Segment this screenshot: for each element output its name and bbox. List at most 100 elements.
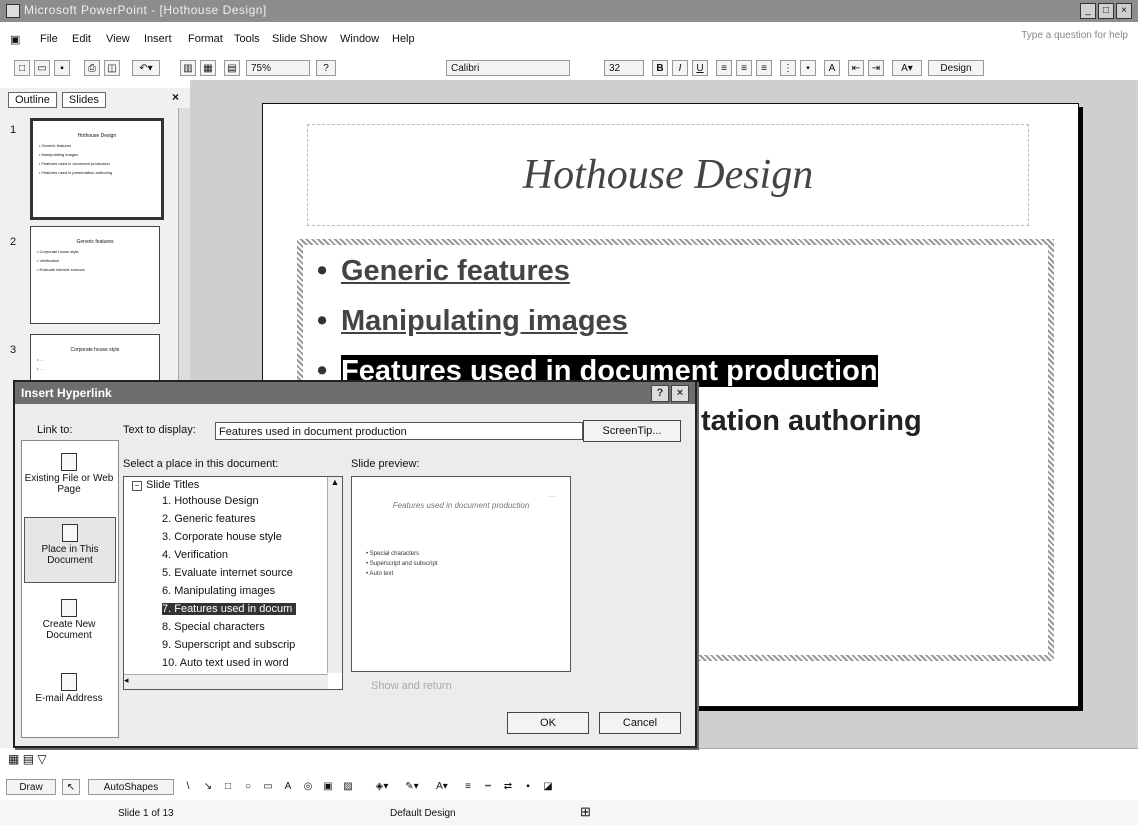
- bullet-item[interactable]: • Generic features: [317, 255, 570, 288]
- align-left-icon[interactable]: ≡: [716, 60, 732, 76]
- line-color-icon[interactable]: ✎▾: [400, 779, 424, 795]
- minimize-button[interactable]: _: [1080, 3, 1096, 19]
- open-icon[interactable]: ▭: [34, 60, 50, 76]
- spellcheck-icon[interactable]: ⊞: [580, 804, 591, 820]
- tree-item[interactable]: 4. Verification: [162, 549, 228, 561]
- font-select[interactable]: Calibri: [446, 60, 570, 76]
- print-icon[interactable]: ⎙: [84, 60, 100, 76]
- bullet-link-text[interactable]: Manipulating images: [341, 305, 628, 337]
- chart-icon[interactable]: ▥: [180, 60, 196, 76]
- screentip-button[interactable]: ScreenTip...: [583, 420, 681, 442]
- bullet-text[interactable]: tation authoring: [701, 405, 922, 437]
- close-window-button[interactable]: ×: [1116, 3, 1132, 19]
- select-objects-icon[interactable]: ↖: [62, 779, 80, 795]
- clipart-icon[interactable]: ▣: [320, 779, 336, 795]
- menu-view[interactable]: View: [106, 33, 130, 45]
- table-icon[interactable]: ▦: [200, 60, 216, 76]
- link-create-new-document[interactable]: Create New Document: [24, 593, 114, 657]
- columns-icon[interactable]: ▤: [224, 60, 240, 76]
- draw-menu[interactable]: Draw: [6, 779, 56, 795]
- dialog-close-button[interactable]: ×: [671, 385, 689, 402]
- menu-file[interactable]: File: [40, 33, 58, 45]
- menu-slide-show[interactable]: Slide Show: [272, 33, 327, 45]
- align-center-icon[interactable]: ≡: [736, 60, 752, 76]
- shadow-icon[interactable]: ▪: [520, 779, 536, 795]
- tree-root[interactable]: − Slide Titles: [132, 479, 199, 491]
- align-right-icon[interactable]: ≡: [756, 60, 772, 76]
- font-color-icon[interactable]: A▾: [892, 60, 922, 76]
- bullets-icon[interactable]: •: [800, 60, 816, 76]
- tree-item[interactable]: 2. Generic features: [162, 513, 256, 525]
- ask-question-box[interactable]: Type a question for help: [1021, 30, 1128, 41]
- notes-pane[interactable]: [190, 748, 1138, 775]
- powerpoint-app-icon[interactable]: [6, 4, 20, 18]
- dash-style-icon[interactable]: ┅: [480, 779, 496, 795]
- bullet-item[interactable]: tation authoring: [701, 405, 922, 438]
- menu-format[interactable]: Format: [188, 33, 223, 45]
- new-icon[interactable]: □: [14, 60, 30, 76]
- font-color-draw-icon[interactable]: A▾: [430, 779, 454, 795]
- slide-thumbnail-1[interactable]: Hothouse Design • Generic features • Man…: [30, 118, 164, 220]
- fill-color-icon[interactable]: ◈▾: [370, 779, 394, 795]
- text-to-display-input[interactable]: Features used in document production: [215, 422, 583, 440]
- tab-slides[interactable]: Slides: [61, 92, 106, 108]
- textbox-icon[interactable]: ▭: [260, 779, 276, 795]
- cancel-button[interactable]: Cancel: [599, 712, 681, 734]
- ok-button[interactable]: OK: [507, 712, 589, 734]
- diagram-icon[interactable]: ◎: [300, 779, 316, 795]
- tree-item[interactable]: 1. Hothouse Design: [162, 495, 259, 507]
- oval-icon[interactable]: ○: [240, 779, 256, 795]
- menu-insert[interactable]: Insert: [144, 33, 172, 45]
- menu-tools[interactable]: Tools: [234, 33, 260, 45]
- font-size-increase-icon[interactable]: A: [824, 60, 840, 76]
- link-existing-file[interactable]: Existing File or Web Page: [24, 447, 114, 511]
- dialog-help-button[interactable]: ?: [651, 385, 669, 402]
- tree-item[interactable]: 9. Superscript and subscrip: [162, 639, 295, 651]
- menu-help[interactable]: Help: [392, 33, 415, 45]
- indent-increase-icon[interactable]: ⇥: [868, 60, 884, 76]
- font-size-select[interactable]: 32: [604, 60, 644, 76]
- bullet-item[interactable]: • Manipulating images: [317, 305, 628, 338]
- sorter-view-icon[interactable]: ▤: [23, 752, 34, 766]
- maximize-button[interactable]: □: [1098, 3, 1114, 19]
- tree-item-selected[interactable]: 7. Features used in docum: [162, 603, 297, 615]
- tab-outline[interactable]: Outline: [8, 92, 57, 108]
- italic-button[interactable]: I: [672, 60, 688, 76]
- link-place-in-document[interactable]: Place in This Document: [24, 517, 116, 583]
- slide-thumbnail-2[interactable]: Generic features • Corporate house style…: [30, 226, 160, 324]
- show-and-return-checkbox[interactable]: Show and return: [371, 680, 452, 692]
- slide-title[interactable]: Hothouse Design: [307, 124, 1029, 226]
- autoshapes-menu[interactable]: AutoShapes: [88, 779, 174, 795]
- picture-icon[interactable]: ▨: [340, 779, 356, 795]
- undo-icon[interactable]: ↶▾: [132, 60, 160, 76]
- tree-item[interactable]: 5. Evaluate internet source: [162, 567, 293, 579]
- link-email-address[interactable]: E-mail Address: [24, 667, 114, 731]
- bold-button[interactable]: B: [652, 60, 668, 76]
- 3d-icon[interactable]: ◪: [540, 779, 556, 795]
- underline-button[interactable]: U: [692, 60, 708, 76]
- menu-edit[interactable]: Edit: [72, 33, 91, 45]
- wordart-icon[interactable]: A: [280, 779, 296, 795]
- tree-item[interactable]: 6. Manipulating images: [162, 585, 275, 597]
- help-icon[interactable]: ?: [316, 60, 336, 76]
- panel-close-icon[interactable]: ×: [172, 90, 179, 104]
- arrow-style-icon[interactable]: ⇄: [500, 779, 516, 795]
- numbering-icon[interactable]: ⋮: [780, 60, 796, 76]
- line-style-icon[interactable]: ≡: [460, 779, 476, 795]
- menu-window[interactable]: Window: [340, 33, 379, 45]
- doc-icon[interactable]: ▣: [10, 33, 20, 46]
- document-places-tree[interactable]: − Slide Titles 1. Hothouse Design 2. Gene…: [123, 476, 343, 690]
- preview-icon[interactable]: ◫: [104, 60, 120, 76]
- tree-item[interactable]: 8. Special characters: [162, 621, 265, 633]
- collapse-icon[interactable]: −: [132, 481, 142, 491]
- zoom-select[interactable]: 75%: [246, 60, 310, 76]
- tree-vertical-scrollbar[interactable]: ▲: [327, 477, 342, 673]
- indent-decrease-icon[interactable]: ⇤: [848, 60, 864, 76]
- line-icon[interactable]: \: [180, 779, 196, 795]
- slideshow-view-icon[interactable]: ▽: [37, 752, 46, 766]
- normal-view-icon[interactable]: ▦: [8, 752, 19, 766]
- save-icon[interactable]: ▪: [54, 60, 70, 76]
- rectangle-icon[interactable]: □: [220, 779, 236, 795]
- design-button[interactable]: Design: [928, 60, 984, 76]
- bullet-link-text[interactable]: Generic features: [341, 255, 570, 287]
